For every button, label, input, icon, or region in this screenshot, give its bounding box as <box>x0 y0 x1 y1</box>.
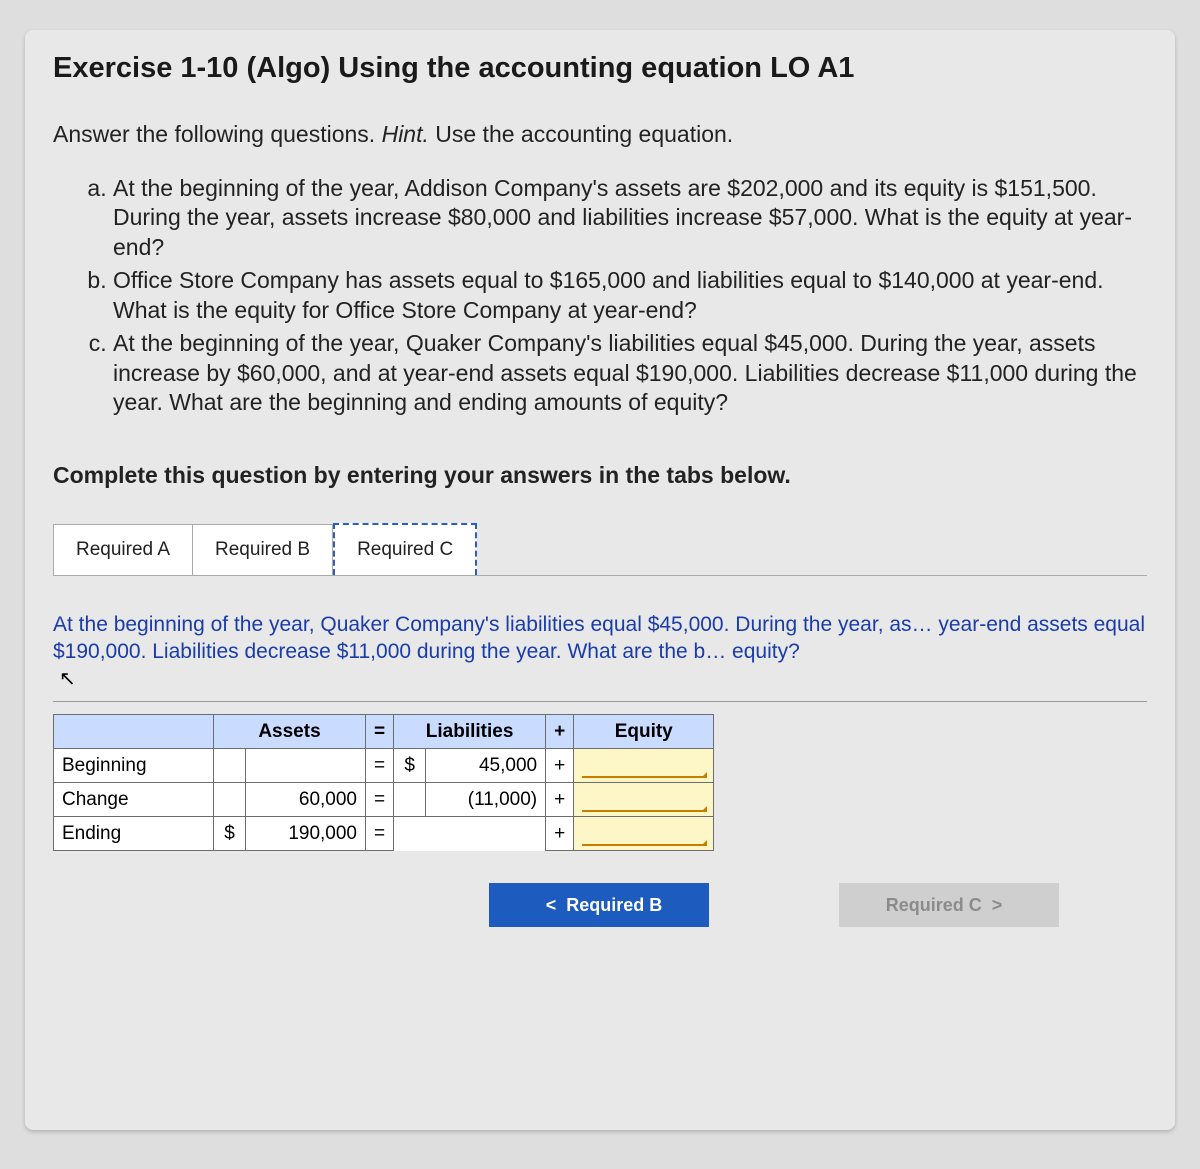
ending-equity-input[interactable] <box>574 817 714 851</box>
next-tab-label: Required C <box>886 895 982 916</box>
exercise-title: Exercise 1-10 (Algo) Using the accountin… <box>53 52 1147 85</box>
question-b: Office Store Company has assets equal to… <box>113 266 1147 325</box>
tab-nav: < Required B Required C > <box>489 883 1147 927</box>
label-ending: Ending <box>54 817 214 851</box>
row-change: Change 60,000 = (11,000) + <box>54 783 714 817</box>
cursor-icon: ↖ <box>59 667 76 693</box>
change-assets-currency <box>214 783 246 817</box>
hint-text: Use the accounting equation. <box>429 121 733 147</box>
label-beginning: Beginning <box>54 749 214 783</box>
change-plus: + <box>546 783 574 817</box>
tab-strip: Required A Required B Required C <box>53 523 1147 575</box>
beginning-equity-input[interactable] <box>574 749 714 783</box>
tab-c-description: At the beginning of the year, Quaker Com… <box>53 586 1147 703</box>
change-assets-value[interactable]: 60,000 <box>246 783 366 817</box>
header-equity: Equity <box>574 715 714 749</box>
beginning-assets-input[interactable] <box>246 749 366 783</box>
change-equity-input[interactable] <box>574 783 714 817</box>
prev-tab-button[interactable]: < Required B <box>489 883 709 927</box>
tab-instruction: Complete this question by entering your … <box>53 462 1147 489</box>
chevron-right-icon: > <box>992 895 1003 916</box>
question-a: At the beginning of the year, Addison Co… <box>113 174 1147 262</box>
tab-required-c[interactable]: Required C <box>333 523 477 575</box>
ending-liab-currency[interactable] <box>394 817 426 851</box>
header-liabilities: Liabilities <box>394 715 546 749</box>
label-change: Change <box>54 783 214 817</box>
beginning-liab-value[interactable]: 45,000 <box>426 749 546 783</box>
row-ending: Ending $ 190,000 = + <box>54 817 714 851</box>
change-liab-currency <box>394 783 426 817</box>
hint-label: Hint. <box>382 121 429 147</box>
prompt-text: Answer the following questions. <box>53 121 382 147</box>
beginning-equals: = <box>366 749 394 783</box>
exercise-prompt: Answer the following questions. Hint. Us… <box>53 121 1147 148</box>
prev-tab-label: Required B <box>566 895 662 916</box>
chevron-left-icon: < <box>546 895 557 916</box>
beginning-assets-currency[interactable] <box>214 749 246 783</box>
row-beginning: Beginning = $ 45,000 + <box>54 749 714 783</box>
tab-required-a[interactable]: Required A <box>53 524 193 575</box>
change-liab-value[interactable]: (11,000) <box>426 783 546 817</box>
header-plus: + <box>546 715 574 749</box>
ending-equals: = <box>366 817 394 851</box>
ending-assets-value[interactable]: 190,000 <box>246 817 366 851</box>
beginning-plus: + <box>546 749 574 783</box>
next-tab-button: Required C > <box>839 883 1059 927</box>
header-assets: Assets <box>214 715 366 749</box>
question-list: At the beginning of the year, Addison Co… <box>53 174 1147 418</box>
tab-panel-required-c: At the beginning of the year, Quaker Com… <box>53 575 1147 928</box>
accounting-equation-table: Assets = Liabilities + Equity Beginning … <box>53 714 714 851</box>
question-c: At the beginning of the year, Quaker Com… <box>113 329 1147 417</box>
tab-required-b[interactable]: Required B <box>193 524 333 575</box>
header-equals: = <box>366 715 394 749</box>
tab-c-description-text: At the beginning of the year, Quaker Com… <box>53 613 1145 663</box>
change-equals: = <box>366 783 394 817</box>
beginning-liab-currency: $ <box>394 749 426 783</box>
header-blank <box>54 715 214 749</box>
ending-assets-currency: $ <box>214 817 246 851</box>
ending-plus: + <box>546 817 574 851</box>
ending-liab-input[interactable] <box>426 817 546 851</box>
exercise-sheet: Exercise 1-10 (Algo) Using the accountin… <box>25 30 1175 1130</box>
